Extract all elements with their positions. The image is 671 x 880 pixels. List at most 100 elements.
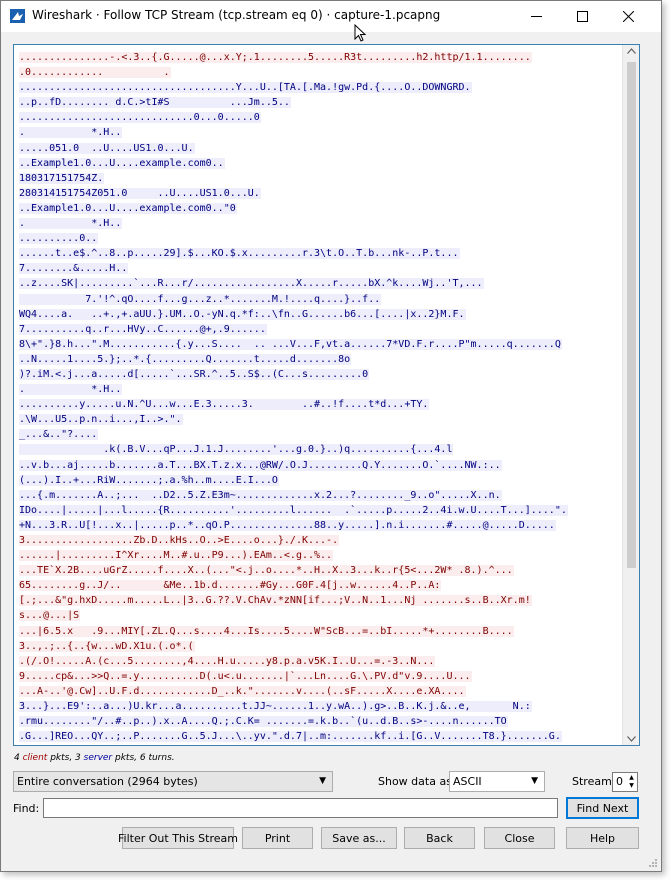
stream-line-text: ..Example1.0...U....example.com0.."0: [19, 202, 237, 214]
summary-mid: pkts, 3: [47, 753, 84, 763]
summary-suffix: pkts, 6 turns.: [112, 753, 175, 763]
client-data-line: ......|.........I^Xr....M..#.u..P9...).E…: [19, 548, 619, 563]
stream-line-text: 7........&.....H..: [19, 263, 129, 275]
server-data-line: ..Example1.0...U....example.com0.."0: [19, 201, 619, 216]
stream-line-text: ...............-.<.3..{.G.....@...x.Y;.1…: [19, 52, 532, 63]
stream-line-text: .....051.0 ..U....US1.0...U.: [19, 142, 195, 154]
stream-text: ...............-.<.3..{.G.....@...x.Y;.1…: [19, 50, 619, 745]
server-data-line: _...&.."?....: [19, 427, 619, 442]
summary-server-word: server: [83, 753, 113, 763]
server-data-line: ..N.....1....5.};..*.{.........Q.......t…: [19, 352, 619, 367]
server-data-line: . *.H..: [19, 125, 619, 140]
show-data-select[interactable]: ASCII ▼: [449, 771, 545, 792]
stream-line-text: .0............ .: [19, 67, 171, 79]
spin-up-icon[interactable]: ▲: [627, 774, 636, 782]
stream-line-text: s...@...|S: [19, 610, 81, 622]
conversation-select[interactable]: Entire conversation (2964 bytes) ▼: [13, 771, 333, 792]
stream-line-text: . *.H..: [19, 218, 123, 230]
stream-line-text: ..........y.....u.N.^U...w...E.3.....3. …: [19, 399, 430, 411]
stream-line-text: . *.H..: [19, 127, 123, 139]
client-data-line: s...@...|S: [19, 608, 619, 623]
client-data-line: .0............ .: [19, 65, 619, 80]
stream-line-text: 8\+".}8.h...".M...........{.y...S.... ..…: [19, 338, 562, 350]
resize-grip-icon[interactable]: [648, 858, 658, 868]
show-data-label: Show data as: [378, 775, 452, 788]
client-data-line: [.;...&"g.hxD.....m.....L..|3..G.??.V.Ch…: [19, 593, 619, 608]
stream-line-text: 3..,.;..{..{w...wD.X1u.(.o*.(: [19, 640, 195, 652]
stream-line-text: WQ4....a. ..+.,+.aUU.}.UM..O.-yN.q.*f:..…: [19, 308, 466, 320]
server-data-line: ......t..e$.^..8..p.....29].$...KO.$.x..…: [19, 246, 619, 261]
stream-line-text: 180317151754Z.: [19, 172, 105, 184]
scrollbar-thumb[interactable]: [627, 62, 636, 568]
spin-down-icon[interactable]: ▼: [627, 782, 636, 790]
client-data-line: ...............-.<.3..{.G.....@...x.Y;.1…: [19, 50, 619, 65]
stream-line-text: ..v.b...aj.....b.......a.T...BX.T.z.x...…: [19, 459, 502, 471]
find-next-button[interactable]: Find Next: [566, 797, 639, 819]
stream-line-text: 65........g..J/.. &Me..1b.d.......#Gy...…: [19, 580, 442, 592]
minimize-button[interactable]: [513, 1, 559, 32]
stream-line-text: ...|6.5.x .9...MIY[.ZL.Q...s....4...Is..…: [19, 625, 514, 637]
help-button[interactable]: Help: [566, 827, 639, 849]
filter-out-stream-button[interactable]: Filter Out This Stream: [118, 827, 238, 849]
stream-line-text: 9.....cp&...>>Q..=.y..........D(.u<.u...…: [19, 670, 472, 682]
server-data-line: .rmu........"/..#..p..).x..A....Q.;.C.K=…: [19, 714, 619, 729]
maximize-button[interactable]: [559, 1, 605, 32]
stream-line-text: 7.'!^.qO....f...g...z..*.......M.!....q.…: [19, 293, 382, 305]
server-data-line: )?.iM.<.j...a.....d[.....`...SR.^..5..S$…: [19, 367, 619, 382]
stream-line-text: ...A-..'@.Cw]..U.F.d............D_..k.".…: [19, 685, 466, 697]
server-data-line: 3...}...E9':..a...)U.kr...a..........t.J…: [19, 699, 619, 714]
stream-line-text: ...{.m.......A..;... ..D2..5.Z.E3m~.....…: [19, 489, 502, 501]
scroll-down-icon[interactable]: [627, 736, 636, 742]
stream-line-text: ..........0..: [19, 233, 99, 245]
stream-line-text: ...TE`X.2B....uGrZ.....f....X..(..."<.j.…: [19, 565, 514, 577]
conversation-select-value: Entire conversation (2964 bytes): [17, 775, 198, 788]
stream-number-value: 0: [616, 775, 623, 788]
scroll-up-icon[interactable]: [627, 48, 636, 54]
find-label: Find:: [13, 802, 40, 815]
chevron-down-icon: ▼: [319, 776, 326, 786]
server-data-line: ..........0..: [19, 231, 619, 246]
stream-content-area[interactable]: ...............-.<.3..{.G.....@...x.Y;.1…: [13, 44, 640, 746]
server-data-line: 7..........q..r...HVy..C......@+,.9.....…: [19, 322, 619, 337]
minimize-icon: [530, 16, 542, 17]
stream-line-text: _...&.."?....: [19, 429, 99, 441]
server-data-line: +N...3.R..U[!...x..|.....p..*..qO.P.....…: [19, 518, 619, 533]
client-data-line: 3..,.;..{..{w...wD.X1u.(.o*.(: [19, 639, 619, 654]
server-data-line: 280314151754Z051.0 ..U....US1.0...U.: [19, 186, 619, 201]
server-data-line: 180317151754Z.: [19, 171, 619, 186]
stream-line-text: .rmu........"/..#..p..).x..A....Q.;.C.K=…: [19, 716, 508, 728]
show-data-select-value: ASCII: [453, 775, 482, 788]
stream-line-text: . *.H..: [19, 384, 123, 396]
stream-line-text: 3..................Zb.D..kHs..O..>E....o…: [19, 535, 340, 546]
back-button[interactable]: Back: [404, 827, 475, 849]
server-data-line: ..v.b...aj.....b.......a.T...BX.T.z.x...…: [19, 458, 619, 473]
stream-line-text: ..Example1.0...U....example.com0..: [19, 157, 225, 169]
print-button[interactable]: Print: [242, 827, 313, 849]
server-data-line: 7.'!^.qO....f...g...z..*.......M.!....q.…: [19, 292, 619, 307]
stream-line-text: )?.iM.<.j...a.....d[.....`...SR.^..5..S$…: [19, 368, 370, 380]
stream-line-text: .(/.O!.....A.(c...5........,4....H.u....…: [19, 655, 436, 667]
server-data-line: IDo....|.....|...l.....{R..........'....…: [19, 503, 619, 518]
close-window-button[interactable]: [605, 1, 651, 32]
vertical-scrollbar[interactable]: [622, 45, 639, 745]
server-data-line: . *.H..: [19, 382, 619, 397]
summary-client-word: client: [22, 753, 48, 763]
server-data-line: (...).I..+...RiW.......;.a.%h..m....E.I.…: [19, 473, 619, 488]
client-data-line: .(/.O!.....A.(c...5........,4....H.u....…: [19, 654, 619, 669]
server-data-line: ..z....SK|.........`...R...r/...........…: [19, 276, 619, 291]
server-data-line: .k(.B.V...qP...J.1.J........'...g.0.}..)…: [19, 442, 619, 457]
stream-line-text: .k(.B.V...qP...J.1.J........'...g.0.}..)…: [19, 444, 454, 456]
stream-line-text: .............................0...0.....0: [19, 112, 261, 124]
packet-summary: 4 client pkts, 3 server pkts, 6 turns.: [14, 753, 175, 763]
chevron-down-icon: ▼: [531, 776, 538, 786]
save-as-button[interactable]: Save as...: [321, 827, 397, 849]
title-bar: Wireshark · Follow TCP Stream (tcp.strea…: [1, 1, 661, 32]
close-button[interactable]: Close: [484, 827, 555, 849]
stream-line-text: +N...3.R..U[!...x..|.....p..*..qO.P.....…: [19, 519, 556, 531]
stream-line-text: ......t..e$.^..8..p.....29].$...KO.$.x..…: [19, 248, 460, 260]
find-input[interactable]: [43, 798, 558, 818]
mouse-cursor-icon: [354, 24, 366, 42]
server-data-line: .\9... ..g.uo......K......MS.r.....N..3T…: [19, 744, 619, 745]
stream-number-spinbox[interactable]: 0 ▲ ▼: [612, 772, 638, 792]
server-data-line: ...{.m.......A..;... ..D2..5.Z.E3m~.....…: [19, 488, 619, 503]
